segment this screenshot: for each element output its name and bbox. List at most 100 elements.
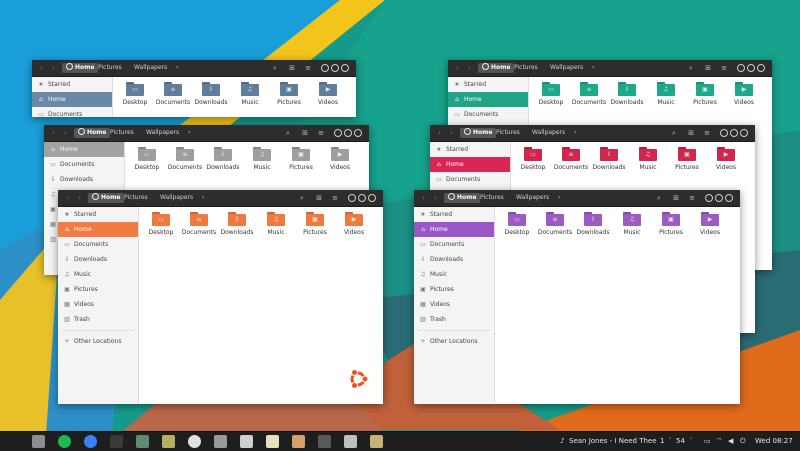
minimize-button[interactable]: [348, 194, 356, 202]
folder-music[interactable]: ♫ Music: [230, 82, 270, 106]
hamburger-menu-icon[interactable]: ≡: [317, 129, 325, 137]
breadcrumb-pictures[interactable]: Pictures: [476, 193, 508, 203]
breadcrumb-home[interactable]: Home: [74, 128, 111, 138]
breadcrumb-wallpapers[interactable]: Wallpapers: [512, 193, 553, 203]
sidebar-item-starred[interactable]: ★ Starred: [430, 142, 510, 157]
breadcrumb-more-button[interactable]: ›: [184, 128, 194, 138]
search-icon[interactable]: ⌕: [271, 64, 279, 72]
forward-button[interactable]: ›: [430, 193, 441, 203]
breadcrumb-more-button[interactable]: ›: [172, 63, 182, 73]
sidebar-item-documents[interactable]: ▭ Documents: [58, 237, 138, 252]
search-icon[interactable]: ⌕: [284, 129, 292, 137]
sidebar-item-trash[interactable]: ▥ Trash: [58, 312, 138, 327]
breadcrumb-more-button[interactable]: ›: [588, 63, 598, 73]
chat-icon[interactable]: [240, 435, 253, 448]
sidebar-item-starred[interactable]: ★ Starred: [58, 207, 138, 222]
folder-videos[interactable]: ▶ Videos: [690, 212, 730, 236]
screenshot-icon[interactable]: [318, 435, 331, 448]
network-icon[interactable]: ⌔: [716, 436, 723, 447]
now-playing-label[interactable]: Sean Jones - I Need Thee: [569, 436, 657, 447]
back-button[interactable]: ‹: [36, 63, 47, 73]
folder-documents[interactable]: ≡ Documents: [165, 147, 205, 171]
sidebar-item-documents[interactable]: ▭ Documents: [430, 172, 510, 187]
sidebar-item-downloads[interactable]: ⇩ Downloads: [58, 252, 138, 267]
breadcrumb-home[interactable]: Home: [460, 128, 497, 138]
folder-videos[interactable]: ▶ Videos: [706, 147, 746, 171]
sidebar-item-pictures[interactable]: ▣ Pictures: [414, 282, 494, 297]
hamburger-menu-icon[interactable]: ≡: [331, 194, 339, 202]
sidebar-item-trash[interactable]: ▥ Trash: [414, 312, 494, 327]
terminal-icon[interactable]: [110, 435, 123, 448]
sidebar-item-music[interactable]: ♫ Music: [58, 267, 138, 282]
files-icon[interactable]: [32, 435, 45, 448]
sidebar-item-documents[interactable]: ▭ Documents: [32, 107, 112, 117]
sidebar-item-home[interactable]: ⌂ Home: [448, 92, 528, 107]
search-icon[interactable]: ⌕: [655, 194, 663, 202]
folder-documents[interactable]: ≡ Documents: [153, 82, 193, 106]
minimize-button[interactable]: [334, 129, 342, 137]
back-button[interactable]: ‹: [62, 193, 73, 203]
spotify-icon[interactable]: [58, 435, 71, 448]
view-options-icon[interactable]: ⊞: [704, 64, 712, 72]
breadcrumb-home[interactable]: Home: [444, 193, 481, 203]
folder-music[interactable]: ♫ Music: [628, 147, 668, 171]
forward-button[interactable]: ›: [48, 63, 59, 73]
game-controller-icon[interactable]: [344, 435, 357, 448]
folder-downloads[interactable]: ⇩ Downloads: [217, 212, 257, 236]
breadcrumb-more-button[interactable]: ›: [198, 193, 208, 203]
view-options-icon[interactable]: ⊞: [672, 194, 680, 202]
back-button[interactable]: ‹: [48, 128, 59, 138]
minimize-button[interactable]: [321, 64, 329, 72]
text-editor-icon[interactable]: [266, 435, 279, 448]
maximize-button[interactable]: [730, 129, 738, 137]
search-icon[interactable]: ⌕: [687, 64, 695, 72]
folder-downloads[interactable]: ⇩ Downloads: [203, 147, 243, 171]
folder-documents[interactable]: ≡ Documents: [535, 212, 575, 236]
folder-downloads[interactable]: ⇩ Downloads: [191, 82, 231, 106]
folder-videos[interactable]: ▶ Videos: [334, 212, 374, 236]
view-options-icon[interactable]: ⊞: [315, 194, 323, 202]
calculator-icon[interactable]: [214, 435, 227, 448]
folder-music[interactable]: ♫ Music: [256, 212, 296, 236]
power-icon[interactable]: ⏻: [740, 436, 746, 447]
breadcrumb-wallpapers[interactable]: Wallpapers: [130, 63, 171, 73]
clock[interactable]: Wed 08:27: [755, 436, 793, 447]
folder-music[interactable]: ♫ Music: [646, 82, 686, 106]
back-button[interactable]: ‹: [434, 128, 445, 138]
maximize-button[interactable]: [747, 64, 755, 72]
hamburger-menu-icon[interactable]: ≡: [688, 194, 696, 202]
breadcrumb-pictures[interactable]: Pictures: [106, 128, 138, 138]
maximize-button[interactable]: [358, 194, 366, 202]
close-button[interactable]: [368, 194, 376, 202]
maximize-button[interactable]: [331, 64, 339, 72]
hamburger-menu-icon[interactable]: ≡: [304, 64, 312, 72]
disks-icon[interactable]: [188, 435, 201, 448]
breadcrumb-home[interactable]: Home: [62, 63, 99, 73]
folder-pictures[interactable]: ▣ Pictures: [281, 147, 321, 171]
folder-music[interactable]: ♫ Music: [242, 147, 282, 171]
sidebar-item-home[interactable]: ⌂ Home: [44, 142, 124, 157]
sidebar-item-downloads[interactable]: ⇩ Downloads: [414, 252, 494, 267]
folder-videos[interactable]: ▶ Videos: [724, 82, 764, 106]
breadcrumb-pictures[interactable]: Pictures: [120, 193, 152, 203]
forward-button[interactable]: ›: [60, 128, 71, 138]
folder-pictures[interactable]: ▣ Pictures: [295, 212, 335, 236]
view-options-icon[interactable]: ⊞: [288, 64, 296, 72]
folder-desktop[interactable]: ▭ Desktop: [127, 147, 167, 171]
sidebar-item-other-locations[interactable]: + Other Locations: [414, 334, 494, 349]
sidebar-item-pictures[interactable]: ▣ Pictures: [58, 282, 138, 297]
image-viewer-icon[interactable]: [162, 435, 175, 448]
folder-downloads[interactable]: ⇩ Downloads: [573, 212, 613, 236]
folder-documents[interactable]: ≡ Documents: [551, 147, 591, 171]
chrome-icon[interactable]: [84, 435, 97, 448]
sidebar-item-home[interactable]: ⌂ Home: [430, 157, 510, 172]
close-button[interactable]: [740, 129, 748, 137]
hamburger-menu-icon[interactable]: ≡: [703, 129, 711, 137]
folder-downloads[interactable]: ⇩ Downloads: [589, 147, 629, 171]
software-store-icon[interactable]: [292, 435, 305, 448]
sidebar-item-music[interactable]: ♫ Music: [414, 267, 494, 282]
minimize-button[interactable]: [720, 129, 728, 137]
sidebar-item-documents[interactable]: ▭ Documents: [44, 157, 124, 172]
breadcrumb-more-button[interactable]: ›: [570, 128, 580, 138]
forward-button[interactable]: ›: [446, 128, 457, 138]
